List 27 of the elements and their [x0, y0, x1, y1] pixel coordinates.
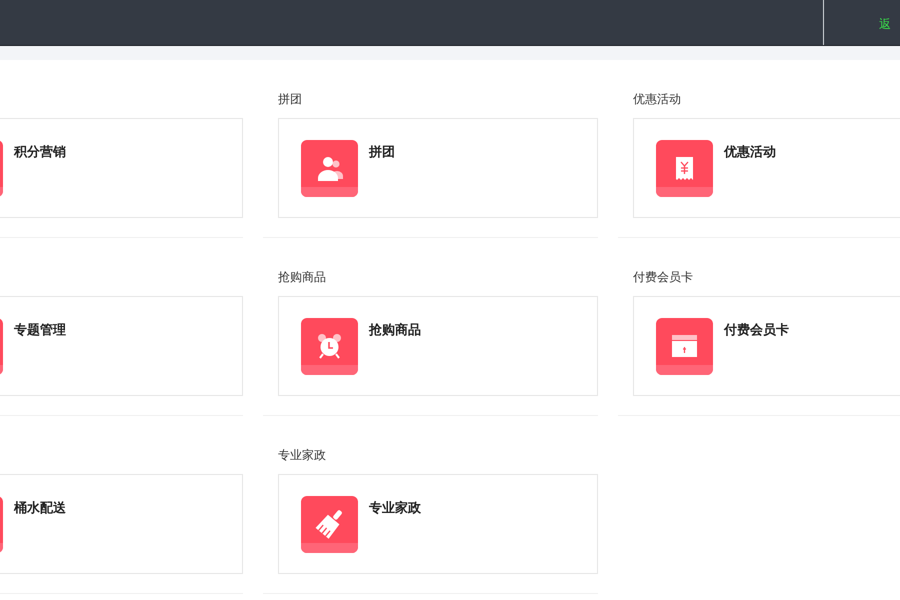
card-title: 专题管理: [14, 322, 66, 339]
feature-card[interactable]: 积分营销: [0, 118, 243, 218]
feature-card[interactable]: 拼团: [278, 118, 598, 218]
card-icon: [656, 318, 713, 375]
receipt-icon: [656, 140, 713, 197]
feature-card[interactable]: 专业家政: [278, 474, 598, 574]
section-title: 优惠活动: [633, 91, 682, 108]
alarm-clock-icon: [301, 318, 358, 375]
feature-card[interactable]: 专题管理: [0, 296, 243, 396]
section-title: 付费会员卡: [633, 269, 694, 286]
section-title: 抢购商品: [278, 269, 327, 286]
feature-card[interactable]: 付费会员卡: [633, 296, 900, 396]
people-icon: [301, 140, 358, 197]
card-title: 专业家政: [369, 500, 421, 517]
section-title: 拼团: [278, 91, 303, 108]
feature-card[interactable]: 抢购商品: [278, 296, 598, 396]
card-title: 付费会员卡: [724, 322, 789, 339]
feature-card[interactable]: 桶水配送: [0, 474, 243, 574]
card-title: 抢购商品: [369, 322, 421, 339]
card-title: 积分营销: [14, 144, 66, 161]
card-title: 桶水配送: [14, 500, 66, 517]
feature-card[interactable]: 优惠活动: [633, 118, 900, 218]
card-title: 优惠活动: [724, 144, 776, 161]
card-title: 拼团: [369, 144, 395, 161]
brush-icon: [301, 496, 358, 553]
section-title: 专业家政: [278, 447, 327, 464]
back-link[interactable]: 返: [879, 16, 891, 33]
